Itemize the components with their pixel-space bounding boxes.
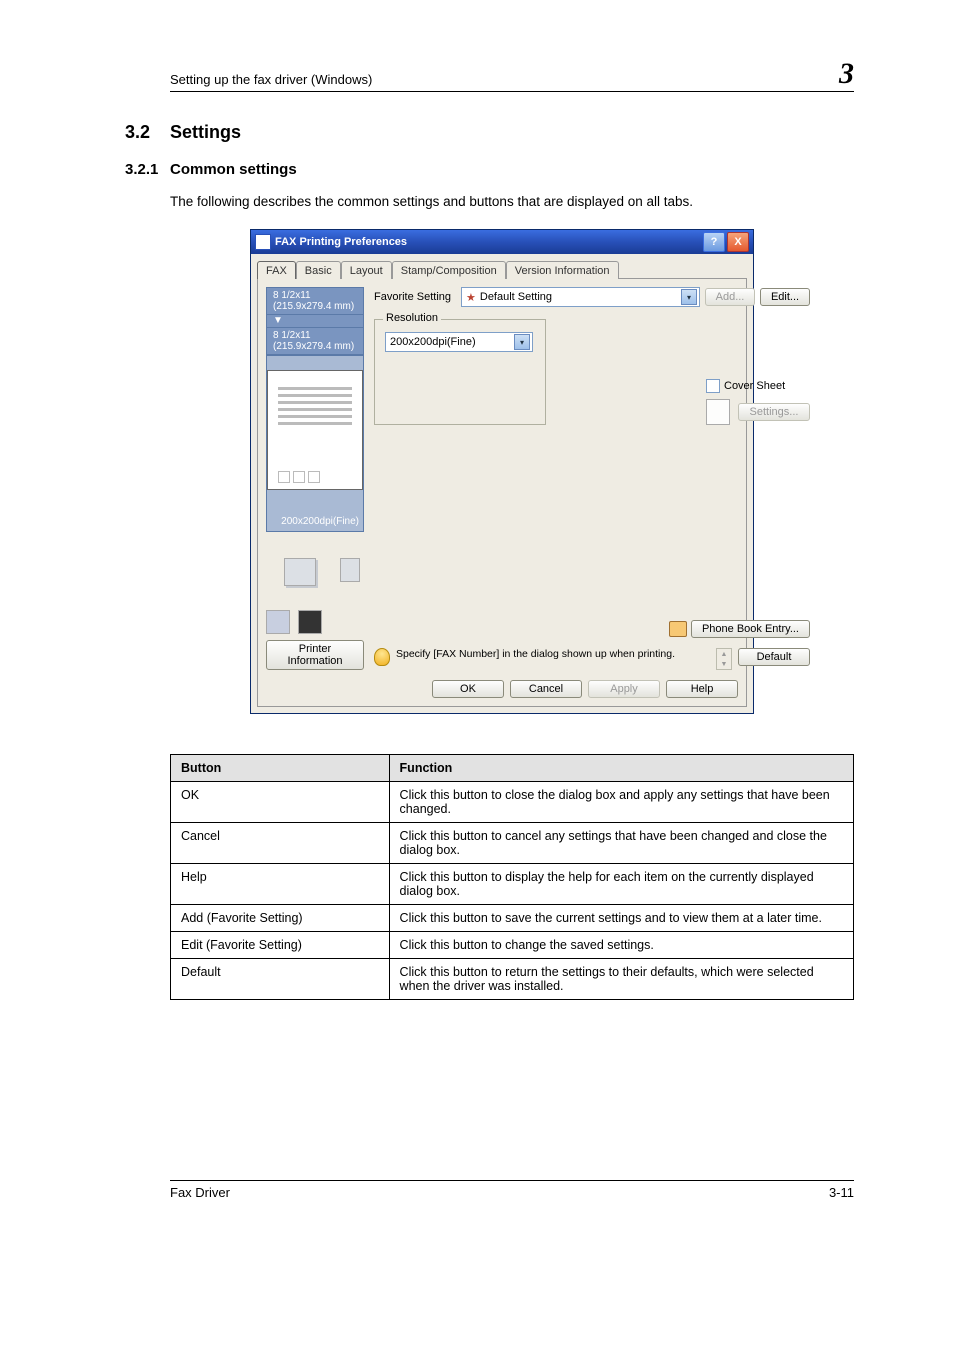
table-cell: Click this button to cancel any settings… <box>389 823 853 864</box>
device-icon[interactable] <box>266 610 290 634</box>
phone-book-icon <box>669 621 687 637</box>
footer-page-number: 3-11 <box>829 1185 854 1200</box>
table-row: OK Click this button to close the dialog… <box>171 782 854 823</box>
cover-sheet-checkbox[interactable] <box>706 379 720 393</box>
table-cell: Click this button to display the help fo… <box>389 864 853 905</box>
table-cell: OK <box>171 782 390 823</box>
buttons-function-table: Button Function OK Click this button to … <box>170 754 854 1000</box>
favorite-setting-value: Default Setting <box>480 291 677 303</box>
favorite-setting-select[interactable]: ★ Default Setting ▾ <box>461 287 700 307</box>
table-row: Help Click this button to display the he… <box>171 864 854 905</box>
tab-fax[interactable]: FAX <box>257 261 296 279</box>
page-preview: 200x200dpi(Fine) <box>266 355 364 532</box>
printer-view-icon[interactable] <box>284 558 316 586</box>
table-header-button: Button <box>171 755 390 782</box>
table-row: Default Click this button to return the … <box>171 959 854 1000</box>
tab-basic[interactable]: Basic <box>296 261 341 279</box>
table-cell: Click this button to save the current se… <box>389 905 853 932</box>
dialog-title: FAX Printing Preferences <box>275 236 701 248</box>
cancel-button[interactable]: Cancel <box>510 680 582 698</box>
titlebar-help-button[interactable]: ? <box>703 232 725 252</box>
size-arrow-icon: ▼ <box>266 315 364 327</box>
fax-preferences-dialog: FAX Printing Preferences ? X FAX Basic L… <box>250 229 754 714</box>
hint-spinner[interactable]: ▲▼ <box>716 648 732 670</box>
h3-number: 3.2.1 <box>125 161 170 178</box>
chapter-number: 3 <box>839 60 854 87</box>
original-size-label: 8 1/2x11 (215.9x279.4 mm) <box>266 287 364 315</box>
table-cell: Help <box>171 864 390 905</box>
dialog-titlebar[interactable]: FAX Printing Preferences ? X <box>251 230 753 254</box>
resolution-group: Resolution 200x200dpi(Fine) ▾ <box>374 319 546 425</box>
table-cell: Cancel <box>171 823 390 864</box>
table-cell: Click this button to change the saved se… <box>389 932 853 959</box>
default-button[interactable]: Default <box>738 648 810 666</box>
hint-bulb-icon <box>374 648 390 666</box>
printer-information-button[interactable]: Printer Information <box>266 640 364 670</box>
chevron-down-icon[interactable]: ▾ <box>681 289 697 305</box>
running-header: Setting up the fax driver (Windows) <box>170 72 372 87</box>
page-preview-icon <box>267 370 363 490</box>
table-cell: Edit (Favorite Setting) <box>171 932 390 959</box>
apply-button[interactable]: Apply <box>588 680 660 698</box>
titlebar-close-button[interactable]: X <box>727 232 749 252</box>
footer-left: Fax Driver <box>170 1185 230 1200</box>
resolution-legend: Resolution <box>383 312 441 324</box>
output-size-label: 8 1/2x11 (215.9x279.4 mm) <box>266 327 364 355</box>
resolution-value: 200x200dpi(Fine) <box>390 336 510 348</box>
table-cell: Add (Favorite Setting) <box>171 905 390 932</box>
phone-book-entry-button[interactable]: Phone Book Entry... <box>691 620 810 638</box>
table-row: Add (Favorite Setting) Click this button… <box>171 905 854 932</box>
favorite-edit-button[interactable]: Edit... <box>760 288 810 306</box>
tab-version-information[interactable]: Version Information <box>506 261 619 279</box>
h2-title: Settings <box>170 122 241 143</box>
preview-dpi-label: 200x200dpi(Fine) <box>281 516 359 527</box>
table-header-function: Function <box>389 755 853 782</box>
table-cell: Default <box>171 959 390 1000</box>
h3-title: Common settings <box>170 161 297 178</box>
device-icon-dark[interactable] <box>298 610 322 634</box>
detail-view-icon[interactable] <box>340 558 360 582</box>
app-icon <box>255 234 271 250</box>
table-row: Cancel Click this button to cancel any s… <box>171 823 854 864</box>
tab-stamp-composition[interactable]: Stamp/Composition <box>392 261 506 279</box>
help-button[interactable]: Help <box>666 680 738 698</box>
cover-settings-button[interactable]: Settings... <box>738 403 810 421</box>
resolution-select[interactable]: 200x200dpi(Fine) ▾ <box>385 332 533 352</box>
table-cell: Click this button to return the settings… <box>389 959 853 1000</box>
cover-sheet-icon <box>706 399 730 425</box>
ok-button[interactable]: OK <box>432 680 504 698</box>
hint-text: Specify [FAX Number] in the dialog shown… <box>396 648 710 661</box>
cover-sheet-label: Cover Sheet <box>724 380 785 392</box>
favorite-setting-label: Favorite Setting <box>374 291 456 303</box>
intro-paragraph: The following describes the common setti… <box>170 192 854 212</box>
h2-number: 3.2 <box>125 122 170 143</box>
favorite-add-button[interactable]: Add... <box>705 288 755 306</box>
table-cell: Click this button to close the dialog bo… <box>389 782 853 823</box>
chevron-down-icon[interactable]: ▾ <box>514 334 530 350</box>
favorite-star-icon: ★ <box>466 291 476 304</box>
table-row: Edit (Favorite Setting) Click this butto… <box>171 932 854 959</box>
tab-layout[interactable]: Layout <box>341 261 392 279</box>
